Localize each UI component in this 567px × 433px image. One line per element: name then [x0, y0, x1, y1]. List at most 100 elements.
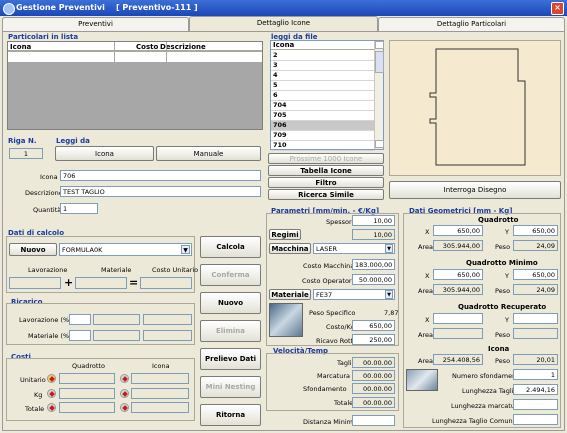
nuovo-formula-button[interactable]: Nuovo: [9, 243, 57, 256]
mini-nesting-button[interactable]: Mini Nesting: [200, 376, 261, 398]
lunghezza-marcatura-label: Lunghezza marcatura: [451, 402, 522, 410]
costo-macchina-input[interactable]: 183.000,00: [352, 259, 395, 270]
descrizione-label: Descrizione: [25, 189, 63, 197]
leggi-manuale-button[interactable]: Manuale: [156, 146, 261, 161]
filtro-button[interactable]: Filtro: [268, 177, 384, 188]
macchina-button[interactable]: Macchina: [269, 243, 311, 254]
ritorna-button[interactable]: Ritorna: [200, 404, 261, 426]
materiale-value: [75, 277, 127, 289]
list-item[interactable]: 3: [271, 61, 374, 71]
ricerca-simile-button[interactable]: Ricerca Simile: [268, 189, 384, 200]
minimo-y-input[interactable]: 650,00: [513, 269, 558, 280]
ricavo-rottame-input[interactable]: 250,00: [352, 334, 395, 345]
lunghezza-marcatura-input[interactable]: [513, 399, 558, 410]
calcola-button[interactable]: Calcola: [200, 236, 261, 258]
column-divider: [166, 42, 167, 62]
numero-sfondamenti-input[interactable]: 1: [513, 369, 558, 380]
costo-unitario-icona: [131, 373, 189, 384]
unitario-icona-icon[interactable]: [120, 374, 129, 383]
leggi-da-label: Leggi da: [56, 137, 90, 145]
chevron-down-icon[interactable]: ▼: [385, 244, 393, 253]
leggi-icona-button[interactable]: Icona: [55, 146, 154, 161]
materiale-select[interactable]: FE37 ▼: [313, 289, 395, 300]
distanza-minima-input[interactable]: [352, 415, 395, 426]
costi-totale-label: Totale: [25, 405, 45, 413]
quadrotto-minimo-title: Quadrotto Minimo: [466, 259, 538, 267]
quantita-input[interactable]: 1: [60, 203, 98, 214]
lavorazione-value: [9, 277, 61, 289]
quadrotto-peso-label: Peso: [495, 243, 511, 251]
costo-kg-label: Costo/Kg: [326, 323, 356, 331]
minimo-area-value: 305.944,00: [433, 284, 483, 295]
scroll-down-icon[interactable]: [375, 140, 384, 148]
scroll-thumb[interactable]: [375, 51, 384, 73]
minimo-x-input[interactable]: 650,00: [433, 269, 483, 280]
list-item[interactable]: 2: [271, 51, 374, 61]
totale-quadrotto-icon[interactable]: [47, 403, 56, 412]
list-item[interactable]: 710: [271, 141, 374, 151]
particolari-title: Particolari in lista: [8, 33, 79, 41]
recuperato-y-input[interactable]: [513, 313, 558, 324]
lunghezza-tagli-input[interactable]: 2.494,16: [513, 384, 558, 395]
tab-preventivi[interactable]: Preventivi: [2, 17, 189, 31]
icone-list[interactable]: Icona 2 3 4 5 6 704 705 706 709 710: [270, 40, 384, 151]
regimi-value: 10,00: [352, 229, 395, 240]
laser-cutting-image: [269, 303, 303, 337]
close-button[interactable]: ×: [551, 2, 564, 15]
prelievo-dati-button[interactable]: Prelievo Dati: [200, 348, 261, 370]
list-item[interactable]: 709: [271, 131, 374, 141]
icona-label: Icona: [40, 173, 58, 181]
particolari-header: Icona Costo Descrizione: [8, 42, 262, 51]
list-item[interactable]: 4: [271, 71, 374, 81]
list-item[interactable]: 5: [271, 81, 374, 91]
sfondamento-label: Sfondamento: [303, 385, 347, 393]
quadrotto-x-input[interactable]: 650,00: [433, 225, 483, 236]
equals-sign: =: [129, 276, 139, 289]
costo-operatore-input[interactable]: 50.000,00: [352, 274, 395, 285]
elimina-button[interactable]: Elimina: [200, 320, 261, 342]
kg-icona-icon[interactable]: [120, 389, 129, 398]
scroll-up-icon[interactable]: [375, 41, 384, 49]
list-item[interactable]: 706: [271, 121, 374, 131]
chevron-down-icon[interactable]: ▼: [385, 290, 393, 299]
quadrotto-y-label: Y: [505, 228, 509, 236]
icone-list-rows: 2 3 4 5 6 704 705 706 709 710: [271, 51, 374, 151]
interroga-disegno-button[interactable]: Interroga Disegno: [389, 181, 561, 199]
descrizione-input[interactable]: TEST TAGLIO: [60, 186, 261, 197]
tabella-icone-button[interactable]: Tabella Icone: [268, 165, 384, 176]
icona-input[interactable]: 706: [60, 170, 261, 181]
ricarico-lavorazione-input[interactable]: [69, 314, 91, 325]
prossime-icone-button[interactable]: Prossime 1000 Icone: [268, 153, 384, 164]
list-item[interactable]: 705: [271, 111, 374, 121]
part-drawing-icon: [429, 48, 526, 166]
nuovo-button[interactable]: Nuovo: [200, 292, 261, 314]
formula-select[interactable]: FORMULA0K ▼: [59, 243, 192, 256]
ricarico-materiale-input[interactable]: [69, 330, 91, 341]
formula-value: FORMULA0K: [62, 246, 103, 254]
tab-dettaglio-icone[interactable]: Dettaglio Icone: [189, 16, 378, 31]
materiale-button[interactable]: Materiale: [269, 289, 311, 300]
chevron-down-icon[interactable]: ▼: [181, 245, 190, 254]
regimi-button[interactable]: Regimi: [269, 229, 301, 240]
lunghezza-comune-input[interactable]: [513, 414, 558, 425]
conferma-button[interactable]: Conferma: [200, 264, 261, 286]
macchina-select[interactable]: LASER ▼: [313, 243, 395, 254]
recuperato-x-input[interactable]: [433, 313, 483, 324]
list-item[interactable]: 704: [271, 101, 374, 111]
quadrotto-y-input[interactable]: 650,00: [513, 225, 558, 236]
ricarico-materiale-result: [93, 330, 140, 341]
particolari-table[interactable]: Icona Costo Descrizione: [7, 41, 263, 130]
spessore-input[interactable]: 10,00: [352, 215, 395, 226]
drawing-preview: [389, 40, 561, 176]
scrollbar[interactable]: [374, 41, 384, 149]
icona-area-label: Area: [418, 357, 433, 365]
calculator-icon[interactable]: [47, 374, 56, 383]
minimo-area-label: Area: [418, 287, 433, 295]
particolari-empty-row[interactable]: [8, 52, 262, 62]
recuperato-area-label: Area: [418, 331, 433, 339]
totale-icona-icon[interactable]: [120, 403, 129, 412]
costo-kg-input[interactable]: 650,00: [352, 320, 395, 331]
list-item[interactable]: 6: [271, 91, 374, 101]
kg-quadrotto-icon[interactable]: [47, 389, 56, 398]
tab-dettaglio-particolari[interactable]: Dettaglio Particolari: [378, 17, 565, 31]
